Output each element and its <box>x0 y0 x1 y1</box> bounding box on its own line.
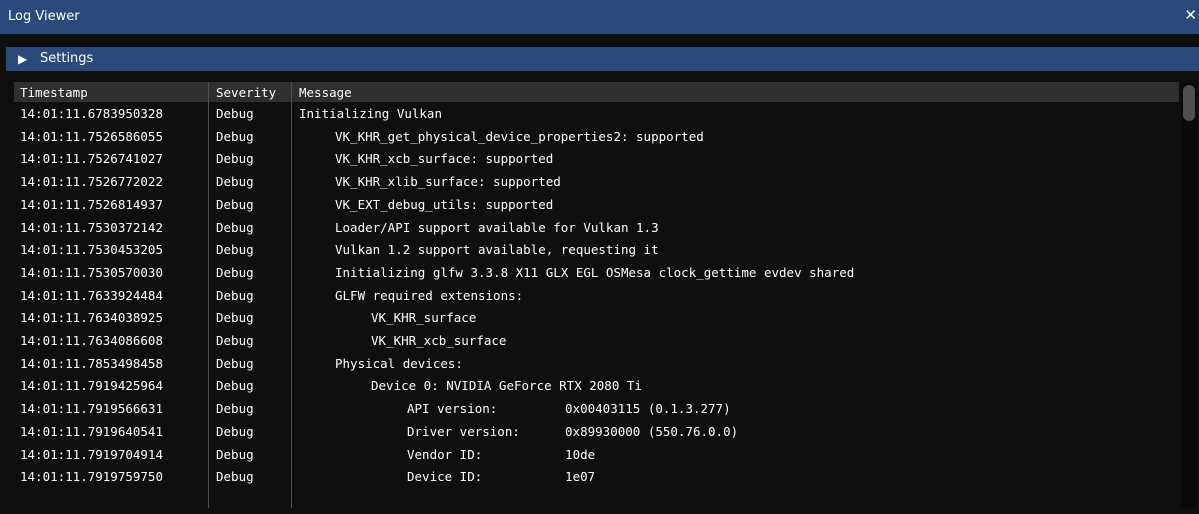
severity-cell: Debug <box>216 378 254 394</box>
title-bar[interactable]: Log Viewer ✕ <box>0 0 1199 34</box>
column-header-timestamp[interactable]: Timestamp <box>20 85 88 100</box>
timestamp-cell: 14:01:11.7530372142 <box>20 219 163 235</box>
severity-cell: Debug <box>216 106 254 121</box>
message-cell: VK_KHR_get_physical_device_properties2: … <box>335 128 704 144</box>
timestamp-cell: 14:01:11.6783950328 <box>20 106 163 121</box>
table-row[interactable]: 14:01:11.7530570030 Debug Initializing glf… <box>14 261 1179 283</box>
severity-cell: Debug <box>216 196 254 212</box>
table-row[interactable]: 14:01:11.7530453205 Debug Vulkan 1.2 suppo… <box>14 238 1179 260</box>
table-row[interactable]: 14:01:11.7634038925 Debug VK_KHR_surface <box>14 306 1179 328</box>
message-cell: VK_EXT_debug_utils: supported <box>335 196 554 212</box>
timestamp-cell: 14:01:11.7526814937 <box>20 196 163 212</box>
timestamp-cell: 14:01:11.7919704914 <box>20 446 163 462</box>
severity-cell: Debug <box>216 333 254 348</box>
close-icon[interactable]: ✕ <box>1184 6 1197 24</box>
table-row[interactable]: 14:01:11.7530372142 Debug Loader/API suppo… <box>14 216 1179 238</box>
severity-cell: Debug <box>216 287 254 303</box>
settings-label: Settings <box>40 51 94 66</box>
timestamp-cell: 14:01:11.7919759750 <box>20 469 163 485</box>
vertical-scrollbar[interactable] <box>1181 82 1197 508</box>
table-row[interactable]: 14:01:11.7526814937 Debug VK_EXT_debug_uti… <box>14 193 1179 215</box>
log-table: Timestamp Severity Message 14:01:11.6783… <box>14 82 1198 508</box>
message-cell: Initializing glfw 3.3.8 X11 GLX EGL OSMe… <box>335 264 855 280</box>
severity-cell: Debug <box>216 401 254 417</box>
table-row[interactable]: 14:01:11.7633924484 Debug GLFW required ex… <box>14 284 1179 306</box>
table-row[interactable]: 14:01:11.7526741027 Debug VK_KHR_xcb_surfa… <box>14 147 1179 169</box>
table-row[interactable]: 14:01:11.7526772022 Debug VK_KHR_xlib_surf… <box>14 170 1179 192</box>
timestamp-cell: 14:01:11.7530570030 <box>20 264 163 280</box>
timestamp-cell: 14:01:11.7919640541 <box>20 423 163 439</box>
severity-cell: Debug <box>216 423 254 439</box>
message-cell: Device ID: 1e07 <box>407 469 596 485</box>
table-row[interactable]: 14:01:11.7919759750 Debug Device ID: 1e07 <box>14 465 1179 487</box>
table-row[interactable]: 14:01:11.7919704914 Debug Vendor ID: 10de <box>14 443 1179 465</box>
message-cell: GLFW required extensions: <box>335 287 524 303</box>
timestamp-cell: 14:01:11.7634086608 <box>20 333 163 348</box>
column-header-message[interactable]: Message <box>299 85 352 100</box>
message-cell: Vendor ID: 10de <box>407 446 596 462</box>
table-header: Timestamp Severity Message <box>14 82 1179 102</box>
message-cell: Device 0: NVIDIA GeForce RTX 2080 Ti <box>371 378 642 394</box>
log-viewer-window: Log Viewer ✕ ▶ Settings Timestamp Severi… <box>0 0 1199 514</box>
column-divider[interactable] <box>208 82 209 102</box>
table-row[interactable]: 14:01:11.7919640541 Debug Driver version: … <box>14 420 1179 442</box>
message-cell: API version: 0x00403115 (0.1.3.277) <box>407 401 731 417</box>
message-cell: Driver version: 0x89930000 (550.76.0.0) <box>407 423 739 439</box>
expand-arrow-icon[interactable]: ▶ <box>18 52 27 66</box>
column-header-severity[interactable]: Severity <box>216 85 276 100</box>
message-cell: Vulkan 1.2 support available, requesting… <box>335 242 659 258</box>
message-cell: VK_KHR_xcb_surface <box>371 333 507 348</box>
severity-cell: Debug <box>216 151 254 167</box>
message-cell: VK_KHR_xcb_surface: supported <box>335 151 554 167</box>
window-title: Log Viewer <box>8 9 80 24</box>
column-divider[interactable] <box>291 82 292 102</box>
severity-cell: Debug <box>216 128 254 144</box>
timestamp-cell: 14:01:11.7526741027 <box>20 151 163 167</box>
severity-cell: Debug <box>216 355 254 371</box>
severity-cell: Debug <box>216 310 254 326</box>
table-row[interactable]: 14:01:11.7919425964 Debug Device 0: NVIDIA… <box>14 374 1179 396</box>
message-cell: Physical devices: <box>335 355 463 371</box>
severity-cell: Debug <box>216 469 254 485</box>
message-cell: VK_KHR_surface <box>371 310 477 326</box>
timestamp-cell: 14:01:11.7919566631 <box>20 401 163 417</box>
timestamp-cell: 14:01:11.7530453205 <box>20 242 163 258</box>
timestamp-cell: 14:01:11.7633924484 <box>20 287 163 303</box>
table-row[interactable]: 14:01:11.7853498458 Debug Physical devices… <box>14 352 1179 374</box>
table-row[interactable]: 14:01:11.7526586055 Debug VK_KHR_get_physi… <box>14 125 1179 147</box>
table-row[interactable]: 14:01:11.6783950328 Debug Initializing Vul… <box>14 102 1179 124</box>
severity-cell: Debug <box>216 174 254 190</box>
message-cell: Initializing Vulkan <box>299 106 442 121</box>
table-row[interactable]: 14:01:11.7919566631 Debug API version: 0x0… <box>14 397 1179 419</box>
timestamp-cell: 14:01:11.7634038925 <box>20 310 163 326</box>
timestamp-cell: 14:01:11.7526586055 <box>20 128 163 144</box>
severity-cell: Debug <box>216 264 254 280</box>
timestamp-cell: 14:01:11.7853498458 <box>20 355 163 371</box>
timestamp-cell: 14:01:11.7919425964 <box>20 378 163 394</box>
table-row[interactable]: 14:01:11.7634086608 Debug VK_KHR_xcb_surfa… <box>14 329 1179 351</box>
scrollbar-thumb[interactable] <box>1183 85 1195 121</box>
message-cell: VK_KHR_xlib_surface: supported <box>335 174 561 190</box>
settings-collapsing-header[interactable]: ▶ Settings <box>6 47 1199 71</box>
timestamp-cell: 14:01:11.7526772022 <box>20 174 163 190</box>
severity-cell: Debug <box>216 446 254 462</box>
severity-cell: Debug <box>216 242 254 258</box>
table-body: 14:01:11.6783950328 Debug Initializing Vul… <box>14 102 1179 508</box>
message-cell: Loader/API support available for Vulkan … <box>335 219 659 235</box>
severity-cell: Debug <box>216 219 254 235</box>
